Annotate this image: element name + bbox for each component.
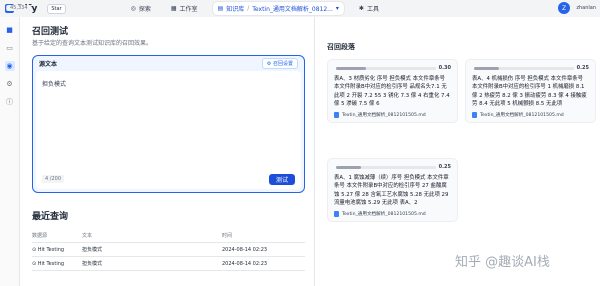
file-icon bbox=[472, 112, 477, 118]
segment-file-name: Textin_通用文档解析_0812101505.md bbox=[342, 113, 426, 118]
segment-file-name: Textin_通用文档解析_0812101505.md bbox=[480, 113, 564, 118]
header-source: 数据源 bbox=[32, 233, 48, 239]
info-icon[interactable]: ⓘ bbox=[5, 97, 15, 107]
row-time: 2024-08-14 02:23 bbox=[222, 246, 268, 253]
top-bar: Dify Star 45,334 ◎ 探索 ▦ 工作室 ▤ 知识库 / Text… bbox=[0, 0, 600, 17]
settings-icon[interactable]: ⚙ bbox=[5, 79, 15, 89]
page-subtitle: 基于给定的查询文本测试知识库的召回效果。 bbox=[32, 40, 153, 47]
query-textarea[interactable]: 担负模式 4 /200 测试 bbox=[36, 71, 301, 189]
segment-score: 0.25 bbox=[334, 163, 451, 171]
row-text: 担负模式 bbox=[82, 247, 103, 253]
segment-file: Textin_通用文档解析_0812101505.md bbox=[334, 211, 451, 217]
github-star-button[interactable]: Star 45,334 bbox=[6, 3, 66, 14]
table-row[interactable]: ⊙ Hit Testing 担负模式 2024-08-14 02:23 bbox=[32, 257, 305, 271]
sliders-icon: ⚙ bbox=[266, 61, 272, 67]
score-value: 0.25 bbox=[438, 164, 451, 170]
compass-icon: ◎ bbox=[130, 5, 136, 12]
nav-knowledge[interactable]: ▤ 知识库 / Textin_通用文档解析_0812... ▾ bbox=[212, 2, 344, 15]
segment-text: 表A、3 材质劣化 序号 担负模式 本文件章条号 本文件附录B中对应的检引序号 … bbox=[334, 76, 450, 107]
segment-text: 表A、1 腐蚀减薄（续）序号 担负模式 本文件章条号 本文件附录B中对应的检引序… bbox=[334, 175, 449, 206]
documents-icon[interactable]: ▭ bbox=[5, 43, 15, 53]
header-time: 时间 bbox=[222, 233, 233, 239]
recent-queries-title: 最近查询 bbox=[32, 212, 69, 222]
segment-file-name: Textin_通用文档解析_0812101505.md bbox=[342, 212, 426, 217]
char-count: 4 /200 bbox=[42, 175, 64, 183]
score-bar bbox=[473, 66, 574, 70]
nav-knowledge-label: 知识库 bbox=[226, 6, 245, 13]
nav-tools[interactable]: ✱ 工具 bbox=[354, 2, 384, 15]
header-text: 文本 bbox=[82, 233, 93, 239]
nav-explore[interactable]: ◎ 探索 bbox=[126, 2, 156, 15]
book-icon: ▤ bbox=[217, 5, 224, 12]
source-text-header: 源文本 ⚙ 召回设置 bbox=[33, 56, 304, 71]
dataset-name[interactable]: Textin_通用文档解析_0812... bbox=[252, 4, 333, 13]
tools-icon: ✱ bbox=[358, 5, 364, 12]
table-row[interactable]: ⊙ Hit Testing 担负模式 2024-08-14 02:23 bbox=[32, 243, 305, 257]
score-value: 0.30 bbox=[438, 65, 451, 71]
segment-file: Textin_通用文档解析_0812101505.md bbox=[472, 112, 589, 118]
row-source: ⊙ Hit Testing bbox=[32, 247, 82, 253]
segment-file: Textin_通用文档解析_0812101505.md bbox=[334, 112, 451, 118]
row-time: 2024-08-14 02:23 bbox=[222, 260, 268, 267]
segment-text: 表A、4 机械损伤 序号 担负模式 本文件章条号 本文件附录B中对应的检引序号 … bbox=[472, 76, 587, 107]
panel-divider bbox=[314, 17, 315, 286]
table-header-row: 数据源 文本 时间 bbox=[32, 229, 305, 243]
score-fill bbox=[335, 66, 366, 70]
row-source-label: Hit Testing bbox=[37, 260, 65, 267]
user-avatar[interactable]: Z bbox=[558, 2, 570, 14]
retrieval-setting-button[interactable]: ⚙ 召回设置 bbox=[261, 58, 298, 69]
file-icon bbox=[334, 112, 339, 118]
segment-score: 0.25 bbox=[472, 64, 589, 72]
row-text: 担负模式 bbox=[82, 261, 103, 267]
source-text-card: 源文本 ⚙ 召回设置 担负模式 4 /200 测试 bbox=[32, 55, 305, 193]
row-source-label: Hit Testing bbox=[37, 246, 65, 253]
chevron-down-icon[interactable]: ▾ bbox=[336, 5, 339, 12]
nav-explore-label: 探索 bbox=[138, 6, 151, 13]
score-bar bbox=[335, 165, 436, 169]
breadcrumb-separator: / bbox=[247, 5, 250, 12]
retrieval-setting-label: 召回设置 bbox=[272, 61, 293, 67]
nav-studio-label: 工作室 bbox=[179, 6, 198, 13]
file-icon bbox=[334, 211, 339, 217]
page-title: 召回测试 bbox=[32, 27, 69, 37]
watermark: 知乎 @趣谈AI栈 bbox=[455, 255, 550, 270]
results-title: 召回段落 bbox=[327, 43, 355, 51]
github-star-count: 45,334 bbox=[6, 5, 31, 11]
score-fill bbox=[335, 165, 361, 169]
folder-icon[interactable]: ■ bbox=[5, 25, 15, 35]
segment-card[interactable]: 0.25 表A、1 腐蚀减薄（续）序号 担负模式 本文件章条号 本文件附录B中对… bbox=[327, 158, 458, 222]
score-bar bbox=[335, 66, 436, 70]
github-star-label: Star bbox=[51, 5, 62, 12]
recent-queries-table: 数据源 文本 时间 ⊙ Hit Testing 担负模式 2024-08-14 … bbox=[32, 229, 305, 271]
segment-card[interactable]: 0.30 表A、3 材质劣化 序号 担负模式 本文件章条号 本文件附录B中对应的… bbox=[327, 59, 458, 123]
query-text: 担负模式 bbox=[42, 81, 67, 88]
row-source: ⊙ Hit Testing bbox=[32, 261, 82, 267]
segment-card[interactable]: 0.25 表A、4 机械损伤 序号 担负模式 本文件章条号 本文件附录B中对应的… bbox=[465, 59, 596, 123]
hit-testing-icon[interactable]: ◉ bbox=[4, 61, 15, 71]
user-name[interactable]: zhanlan bbox=[576, 5, 596, 11]
test-button[interactable]: 测试 bbox=[269, 174, 295, 185]
grid-icon: ▦ bbox=[170, 5, 177, 12]
nav-tools-label: 工具 bbox=[366, 6, 379, 13]
score-fill bbox=[473, 66, 499, 70]
segment-score: 0.30 bbox=[334, 64, 451, 72]
score-value: 0.25 bbox=[576, 65, 589, 71]
dataset-sidebar: ■ ▭ ◉ ⚙ ⓘ bbox=[0, 17, 20, 286]
nav-studio[interactable]: ▦ 工作室 bbox=[166, 2, 203, 15]
source-text-label: 源文本 bbox=[39, 61, 58, 68]
main-nav: ◎ 探索 ▦ 工作室 ▤ 知识库 / Textin_通用文档解析_0812...… bbox=[126, 2, 384, 15]
